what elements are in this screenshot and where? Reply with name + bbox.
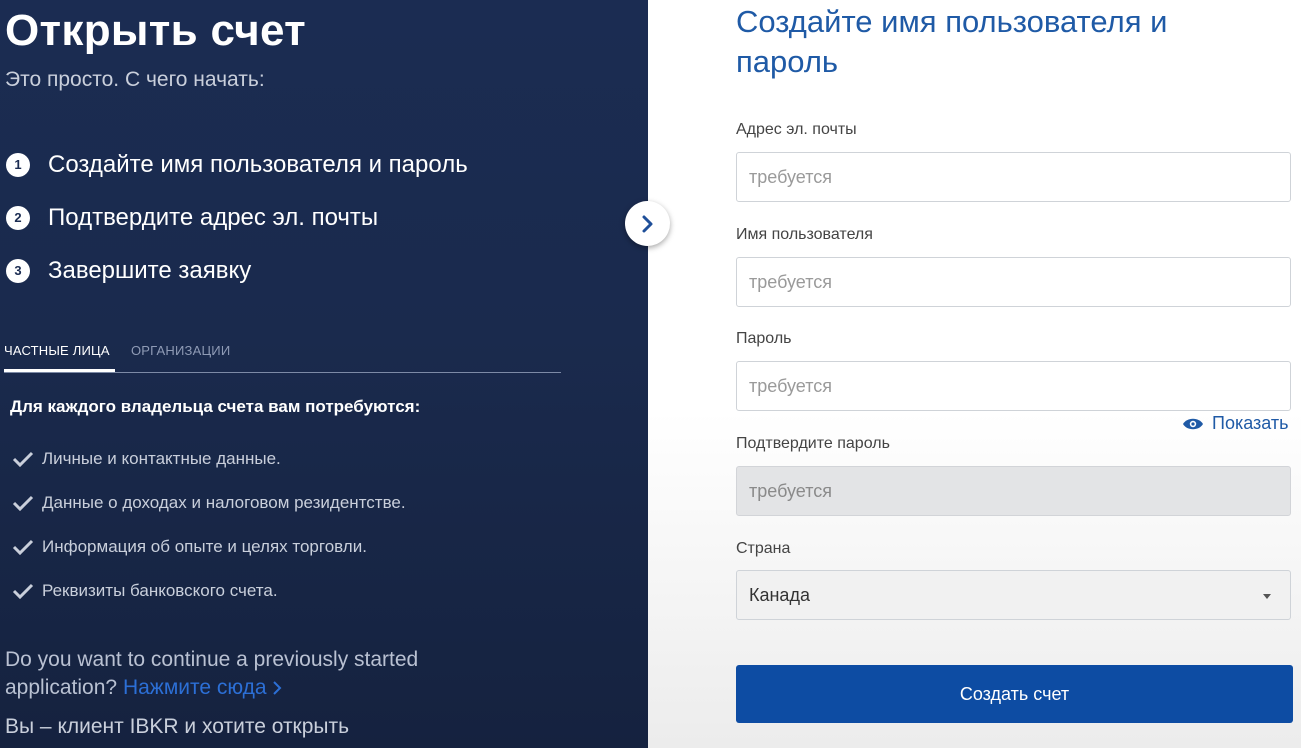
form-title: Создайте имя пользователя и пароль	[736, 4, 1168, 79]
requirements-heading: Для каждого владельца счета вам потребую…	[10, 397, 421, 416]
list-item: Данные о доходах и налоговом резидентств…	[12, 481, 406, 525]
continue-link[interactable]: Нажмите сюда	[123, 676, 283, 699]
password-field[interactable]	[736, 361, 1291, 411]
username-label: Имя пользователя	[736, 226, 873, 243]
chevron-right-icon	[273, 681, 282, 695]
step-item: 2 Подтвердите адрес эл. почты	[6, 191, 468, 244]
page-subtitle: Это просто. С чего начать:	[5, 68, 265, 91]
info-panel: Открыть счет Это просто. С чего начать: …	[0, 0, 648, 748]
show-password-label: Показать	[1212, 413, 1289, 433]
step-number-badge: 3	[6, 258, 30, 283]
chevron-right-icon	[642, 215, 652, 232]
checkmark-icon	[12, 451, 34, 467]
step-item: 3 Завершите заявку	[6, 244, 468, 297]
panel-toggle-button[interactable]	[625, 201, 670, 246]
existing-client-text: Вы – клиент IBKR и хотите открыть	[5, 715, 350, 738]
steps-list: 1 Создайте имя пользователя и пароль 2 П…	[6, 138, 468, 297]
step-label: Завершите заявку	[48, 256, 252, 284]
requirement-label: Личные и контактные данные.	[42, 449, 281, 468]
list-item: Информация об опыте и целях торговли.	[12, 525, 406, 569]
caret-down-icon	[1263, 594, 1271, 599]
step-number-badge: 2	[6, 205, 30, 230]
requirement-label: Данные о доходах и налоговом резидентств…	[42, 493, 406, 512]
continue-application-text: Do you want to continue a previously sta…	[5, 646, 525, 702]
show-password-button[interactable]: Показать	[1182, 413, 1289, 434]
country-select[interactable]: Канада	[736, 570, 1291, 620]
email-label: Адрес эл. почты	[736, 121, 857, 138]
country-selected-value: Канада	[749, 584, 810, 605]
country-label: Страна	[736, 540, 791, 557]
tab-active-indicator	[4, 369, 115, 372]
create-account-button[interactable]: Создать счет	[736, 665, 1293, 723]
confirm-password-label: Подтвердите пароль	[736, 435, 890, 452]
email-field[interactable]	[736, 152, 1291, 202]
list-item: Личные и контактные данные.	[12, 437, 406, 481]
step-label: Подтвердите адрес эл. почты	[48, 203, 379, 231]
checkmark-icon	[12, 539, 34, 555]
continue-link-label: Нажмите сюда	[122, 676, 267, 699]
confirm-password-field[interactable]	[736, 466, 1291, 516]
requirements-list: Личные и контактные данные. Данные о дох…	[12, 437, 406, 613]
list-item: Реквизиты банковского счета.	[12, 569, 406, 613]
tab-individuals[interactable]: ЧАСТНЫЕ ЛИЦА	[4, 343, 110, 358]
page-title: Открыть счет	[5, 6, 306, 55]
account-type-tabs: ЧАСТНЫЕ ЛИЦА ОРГАНИЗАЦИИ	[4, 338, 561, 373]
requirement-label: Информация об опыте и целях торговли.	[42, 537, 367, 556]
signup-form-panel: Создайте имя пользователя и пароль Адрес…	[648, 0, 1301, 748]
password-label: Пароль	[736, 330, 792, 347]
requirement-label: Реквизиты банковского счета.	[42, 581, 278, 600]
tab-organizations[interactable]: ОРГАНИЗАЦИИ	[131, 343, 230, 358]
checkmark-icon	[12, 583, 34, 599]
checkmark-icon	[12, 495, 34, 511]
step-label: Создайте имя пользователя и пароль	[48, 150, 468, 178]
step-item: 1 Создайте имя пользователя и пароль	[6, 138, 468, 191]
step-number-badge: 1	[6, 152, 30, 177]
username-field[interactable]	[736, 257, 1291, 307]
eye-icon	[1183, 418, 1203, 429]
